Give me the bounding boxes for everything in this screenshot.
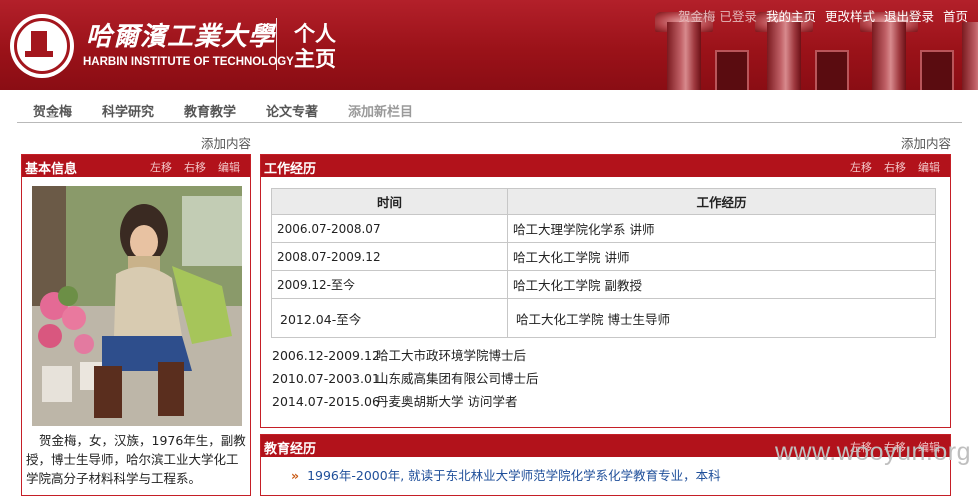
postdoc-entry: 2006.12-2009.12哈工大市政环境学院博士后 [272, 345, 526, 364]
edit-link[interactable]: 编辑 [918, 159, 940, 175]
header-banner: 哈爾濱工業大學 HARBIN INSTITUTE OF TECHNOLOGY 个… [0, 0, 978, 90]
homepage-title-line2: 主页 [294, 47, 336, 71]
entry-date: 2014.07-2015.06 [272, 394, 380, 409]
building-window-decoration [715, 50, 749, 90]
panel-ops: 左移 右移 编辑 [850, 159, 940, 175]
column-header-position: 工作经历 [507, 188, 936, 215]
bio-text: 贺金梅，女，汉族，1976年生，副教授，博士生导师，哈尔滨工业大学化工学院高分子… [26, 433, 246, 486]
basic-info-panel: 基本信息 左移 右移 编辑 贺金梅，女，汉族，1976年生，副教授，博士生导师，… [21, 154, 251, 496]
entry-text: 丹麦奥胡斯大学 访问学者 [376, 394, 518, 409]
add-content-right-link[interactable]: 添加内容 [901, 133, 951, 152]
building-column-decoration [962, 22, 978, 90]
column-header-time: 时间 [271, 188, 508, 215]
cell-position: 哈工大化工学院 副教授 [507, 270, 936, 299]
school-emblem-icon [14, 18, 70, 74]
nav-item-publications[interactable]: 论文专著 [266, 101, 318, 120]
move-left-link[interactable]: 左移 [850, 159, 872, 175]
panel-title: 教育经历 [264, 442, 317, 457]
cell-position: 哈工大理学院化学系 讲师 [507, 214, 936, 243]
move-right-link[interactable]: 右移 [884, 159, 906, 175]
panel-header: 基本信息 左移 右移 编辑 [22, 155, 250, 177]
entry-text: 哈工大市政环境学院博士后 [376, 348, 527, 363]
profile-photo-illustration [32, 186, 242, 426]
my-home-link[interactable]: 我的主页 [766, 6, 816, 25]
add-content-left-link[interactable]: 添加内容 [201, 133, 251, 152]
building-column-decoration [667, 22, 701, 90]
cell-position: 哈工大化工学院 讲师 [507, 242, 936, 271]
nav-item-add-column[interactable]: 添加新栏目 [348, 101, 413, 120]
move-left-link[interactable]: 左移 [150, 159, 172, 175]
building-column-decoration [872, 22, 906, 90]
work-table: 时间 工作经历 2006.07-2008.07 哈工大理学院化学系 讲师 200… [271, 188, 936, 338]
login-status: 贺金梅 已登录 [677, 9, 757, 24]
table-row: 2012.04-至今 哈工大化工学院 博士生导师 [271, 298, 936, 338]
education-item[interactable]: » 1996年-2000年, 就读于东北林业大学师范学院化学系化学教育专业，本科 [291, 465, 721, 484]
move-right-link[interactable]: 右移 [184, 159, 206, 175]
logout-link[interactable]: 退出登录 [884, 6, 934, 25]
panel-ops: 左移 右移 编辑 [150, 159, 240, 175]
panel-title: 基本信息 [25, 162, 78, 177]
cell-time: 2006.07-2008.07 [271, 214, 508, 243]
building-column-decoration [767, 22, 801, 90]
profile-photo [32, 186, 242, 426]
change-style-link[interactable]: 更改样式 [825, 6, 875, 25]
cell-time: 2012.04-至今 [271, 298, 508, 338]
table-row: 2006.07-2008.07 哈工大理学院化学系 讲师 [271, 214, 936, 243]
watermark: www.wooyun.org [775, 438, 971, 466]
work-panel: 工作经历 左移 右移 编辑 时间 工作经历 2006.07-2008.07 哈工… [260, 154, 951, 428]
entry-date: 2006.12-2009.12 [272, 348, 380, 363]
header-divider [276, 18, 277, 70]
nav-item-teaching[interactable]: 教育教学 [184, 101, 236, 120]
table-row: 2009.12-至今 哈工大化工学院 副教授 [271, 270, 936, 299]
table-row: 2008.07-2009.12 哈工大化工学院 讲师 [271, 242, 936, 271]
visiting-entry: 2014.07-2015.06丹麦奥胡斯大学 访问学者 [272, 391, 517, 410]
cell-time: 2008.07-2009.12 [271, 242, 508, 271]
school-name-cn: 哈爾濱工業大學 [86, 22, 276, 52]
building-window-decoration [815, 50, 849, 90]
active-tab-marker-icon [48, 113, 56, 118]
postdoc-entry: 2010.07-2003.01山东威高集团有限公司博士后 [272, 368, 539, 387]
nav-item-research[interactable]: 科学研究 [102, 101, 154, 120]
cell-position: 哈工大化工学院 博士生导师 [507, 298, 936, 338]
education-item-text: 1996年-2000年, 就读于东北林业大学师范学院化学系化学教育专业，本科 [307, 468, 721, 483]
school-name-en: HARBIN INSTITUTE OF TECHNOLOGY [83, 56, 294, 68]
panel-header: 工作经历 左移 右移 编辑 [261, 155, 950, 177]
main-nav: 贺金梅 科学研究 教育教学 论文专著 添加新栏目 [17, 92, 962, 123]
top-links: 贺金梅 已登录 我的主页 更改样式 退出登录 首页 [678, 6, 968, 25]
entry-text: 山东威高集团有限公司博士后 [376, 371, 539, 386]
home-link[interactable]: 首页 [943, 6, 968, 25]
double-chevron-right-icon: » [291, 468, 300, 483]
panel-title: 工作经历 [264, 162, 317, 177]
entry-date: 2010.07-2003.01 [272, 371, 380, 386]
table-header-row: 时间 工作经历 [271, 188, 936, 215]
cell-time: 2009.12-至今 [271, 270, 508, 299]
edit-link[interactable]: 编辑 [218, 159, 240, 175]
school-logo[interactable] [10, 14, 74, 78]
building-window-decoration [920, 50, 954, 90]
